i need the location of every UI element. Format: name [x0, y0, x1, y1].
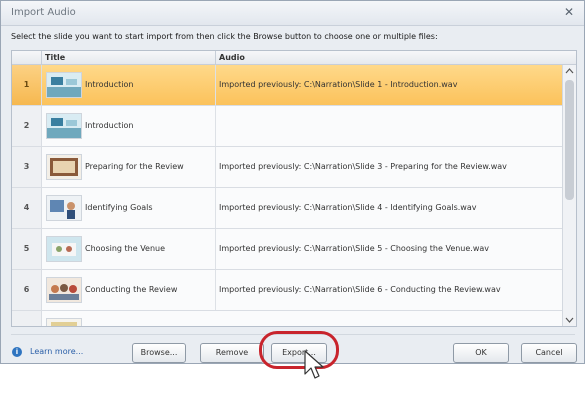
cancel-button[interactable]: Cancel	[521, 343, 577, 363]
title-bar: Import Audio ✕	[1, 1, 584, 26]
ok-button[interactable]: OK	[453, 343, 509, 363]
slide-thumbnail-icon	[46, 72, 82, 98]
vertical-scrollbar[interactable]	[562, 65, 576, 326]
scroll-up-icon[interactable]	[563, 65, 576, 77]
cell-divider	[215, 229, 216, 269]
column-header-title[interactable]: Title	[45, 53, 65, 62]
slide-thumbnail-icon	[46, 195, 82, 221]
table-row[interactable]	[12, 311, 563, 326]
browse-button[interactable]: Browse...	[132, 343, 186, 363]
table-row[interactable]: 6 Conducting the Review Imported previou…	[12, 270, 563, 311]
row-title: Choosing the Venue	[85, 244, 166, 253]
import-audio-dialog: Import Audio ✕ Select the slide you want…	[0, 0, 585, 364]
row-audio: Imported previously: C:\Narration\Slide …	[219, 80, 458, 89]
table-row[interactable]: 1 Introduction Imported previously: C:\N…	[12, 65, 563, 106]
row-number: 4	[12, 188, 42, 228]
row-number: 3	[12, 147, 42, 187]
table-row[interactable]: 2 Introduction	[12, 106, 563, 147]
slide-thumbnail-icon	[46, 236, 82, 262]
cell-divider	[215, 270, 216, 310]
slides-grid: Title Audio 1 Introduction Imported prev…	[11, 50, 577, 327]
row-title: Conducting the Review	[85, 285, 178, 294]
cell-divider	[215, 188, 216, 228]
close-icon[interactable]: ✕	[564, 5, 574, 19]
info-icon: i	[12, 347, 22, 357]
row-number: 2	[12, 106, 42, 146]
table-row[interactable]: 3 Preparing for the Review Imported prev…	[12, 147, 563, 188]
cell-divider	[215, 65, 216, 105]
column-separator	[41, 51, 42, 64]
slide-thumbnail-icon	[46, 113, 82, 139]
row-audio: Imported previously: C:\Narration\Slide …	[219, 203, 477, 212]
row-title: Introduction	[85, 121, 134, 130]
cell-divider	[215, 106, 216, 146]
scrollbar-thumb[interactable]	[565, 80, 574, 200]
slide-thumbnail-icon	[46, 277, 82, 303]
cell-divider	[215, 147, 216, 187]
row-number: 1	[12, 65, 42, 105]
table-row[interactable]: 5 Choosing the Venue Imported previously…	[12, 229, 563, 270]
mouse-pointer-icon	[304, 350, 324, 379]
table-row[interactable]: 4 Identifying Goals Imported previously:…	[12, 188, 563, 229]
row-number: 5	[12, 229, 42, 269]
column-header-audio[interactable]: Audio	[219, 53, 245, 62]
instructions-text: Select the slide you want to start impor…	[11, 32, 438, 41]
dialog-title: Import Audio	[11, 7, 76, 18]
grid-rows: 1 Introduction Imported previously: C:\N…	[12, 65, 563, 326]
row-title: Preparing for the Review	[85, 162, 184, 171]
row-audio: Imported previously: C:\Narration\Slide …	[219, 244, 490, 253]
grid-header: Title Audio	[12, 51, 576, 65]
slide-thumbnail-icon	[46, 154, 82, 180]
slide-thumbnail-icon	[46, 318, 82, 326]
row-title: Identifying Goals	[85, 203, 153, 212]
row-audio: Imported previously: C:\Narration\Slide …	[219, 285, 501, 294]
row-number	[12, 311, 42, 326]
remove-button[interactable]: Remove	[200, 343, 264, 363]
column-separator	[215, 51, 216, 64]
scroll-down-icon[interactable]	[563, 314, 576, 326]
row-audio: Imported previously: C:\Narration\Slide …	[219, 162, 507, 171]
row-title: Introduction	[85, 80, 134, 89]
row-number: 6	[12, 270, 42, 310]
learn-more-link[interactable]: Learn more...	[30, 347, 83, 356]
